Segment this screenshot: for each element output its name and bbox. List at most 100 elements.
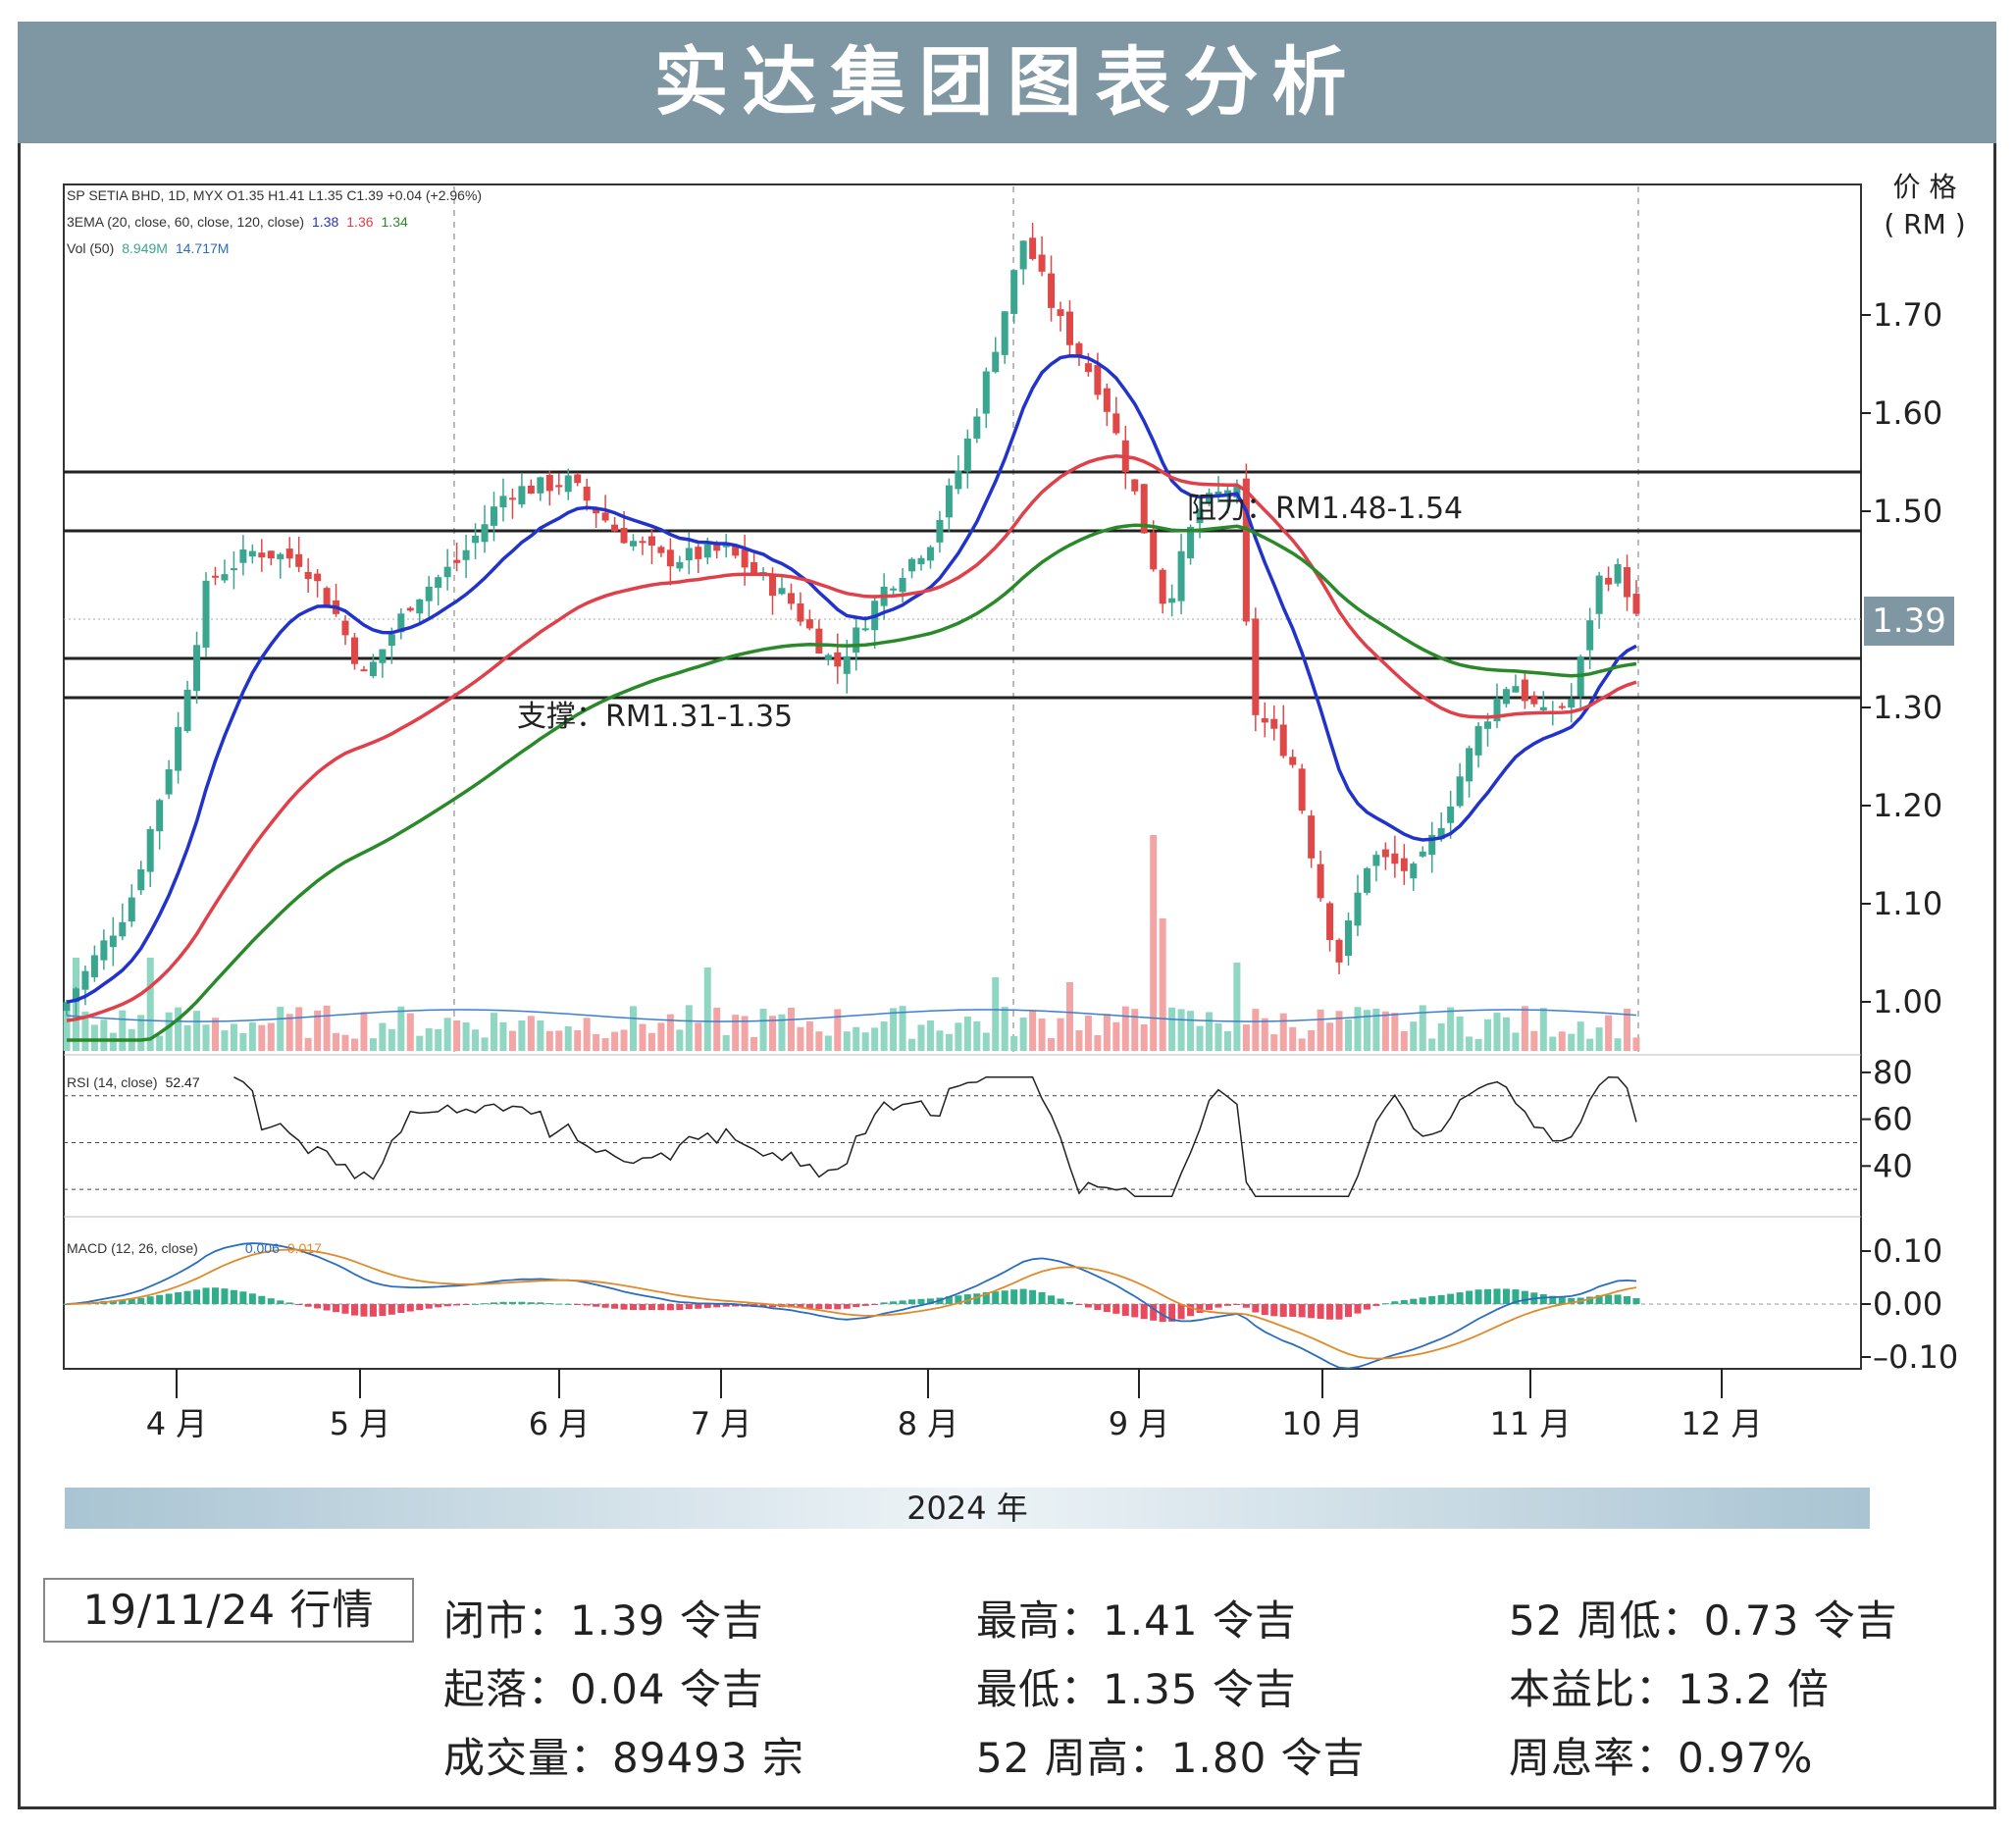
candle — [647, 536, 655, 547]
macd-histogram-bar — [341, 1304, 349, 1314]
candle — [472, 535, 480, 544]
volume-bar — [1038, 1018, 1046, 1051]
macd-histogram-bar — [285, 1302, 293, 1304]
volume-bar — [703, 967, 711, 1051]
candle — [81, 970, 89, 990]
volume-bar — [239, 1032, 247, 1051]
candle — [676, 561, 684, 569]
volume-bar — [1558, 1031, 1566, 1051]
macd-histogram-bar — [1419, 1297, 1426, 1304]
candle — [416, 599, 424, 614]
candle — [1252, 618, 1260, 715]
candle — [1094, 364, 1102, 395]
candle — [137, 869, 145, 891]
macd-histogram-bar — [899, 1300, 906, 1304]
candle — [1270, 718, 1278, 729]
rsi-legend: RSI (14, close) 52.47 — [67, 1074, 200, 1090]
candle — [1103, 388, 1111, 412]
volume-bar — [1326, 1022, 1334, 1051]
macd-histogram-bar — [1632, 1298, 1640, 1304]
macd-histogram-bar — [1624, 1295, 1631, 1304]
volume-bar — [713, 1007, 721, 1051]
volume-bar — [926, 1020, 934, 1051]
volume-bar — [518, 1020, 526, 1051]
candle — [1410, 863, 1418, 879]
candle — [258, 552, 266, 558]
candle — [350, 637, 358, 664]
macd-histogram-bar — [1614, 1294, 1622, 1304]
volume-bar — [955, 1022, 962, 1051]
volume-bar — [992, 977, 1000, 1051]
volume-bar — [1512, 1032, 1520, 1051]
volume-bar — [221, 1030, 229, 1051]
macd-histogram-bar — [462, 1304, 470, 1305]
volume-bar — [1075, 1029, 1083, 1051]
volume-bar — [805, 1020, 813, 1051]
macd-histogram-bar — [815, 1304, 823, 1310]
macd-tick-label: 0.10 — [1873, 1232, 1942, 1270]
volume-bar — [982, 1032, 990, 1051]
candle — [527, 485, 535, 495]
stat-low: 最低：1.35 令吉 — [976, 1665, 1297, 1713]
macd-histogram-bar — [1038, 1291, 1046, 1304]
candle — [1363, 867, 1370, 893]
volume-bar — [890, 1008, 898, 1051]
macd-histogram-bar — [1252, 1304, 1260, 1313]
candle — [406, 607, 414, 611]
macd-histogram-bar — [416, 1304, 424, 1311]
volume-bar — [676, 1029, 684, 1051]
candle — [175, 726, 182, 771]
volume-bar — [1029, 1010, 1037, 1051]
candle — [1381, 849, 1389, 858]
macd-histogram-bar — [481, 1303, 489, 1305]
year-label: 2024 年 — [906, 1490, 1028, 1527]
volume-bar — [722, 1034, 730, 1051]
candle — [1029, 237, 1037, 259]
candle — [620, 527, 628, 544]
macd-histogram-bar — [1223, 1304, 1231, 1306]
volume-bar — [406, 1013, 414, 1051]
macd-histogram-bar — [703, 1304, 711, 1308]
volume-bar — [1270, 1034, 1278, 1051]
macd-histogram-bar — [527, 1302, 535, 1304]
candle — [545, 475, 553, 492]
volume-bar — [1577, 1021, 1584, 1051]
stat-high: 最高：1.41 令吉 — [976, 1596, 1297, 1645]
candle — [815, 628, 823, 654]
macd-histogram-bar — [564, 1303, 572, 1305]
candle — [248, 550, 256, 557]
volume-bar — [1354, 1007, 1362, 1051]
volume-bar — [750, 1036, 758, 1051]
candle — [518, 486, 526, 505]
macd-histogram-bar — [1029, 1289, 1037, 1304]
candle — [574, 474, 582, 484]
macd-histogram-bar — [853, 1304, 860, 1308]
volume-bar — [323, 1005, 331, 1051]
stat-52w-high: 52 周高：1.80 令吉 — [976, 1734, 1366, 1782]
support-label: 支撑：RM1.31-1.35 — [517, 700, 793, 734]
macd-histogram-bar — [388, 1304, 395, 1315]
rsi-tick-label: 80 — [1873, 1054, 1913, 1091]
volume-bar — [759, 1009, 767, 1051]
candle — [508, 497, 516, 500]
candle — [1502, 689, 1510, 705]
y-tick-label: 1.30 — [1873, 689, 1942, 726]
macd-histogram-bar — [1131, 1304, 1139, 1318]
candle — [128, 897, 135, 922]
candle — [890, 588, 898, 591]
volume-bar — [1159, 918, 1166, 1051]
rsi-tick-label: 40 — [1873, 1147, 1913, 1184]
volume-bar — [277, 1006, 284, 1051]
macd-histogram-bar — [917, 1298, 925, 1304]
vol-value-2: 14.717M — [176, 240, 229, 256]
macd-histogram-bar — [1308, 1304, 1316, 1319]
candle — [1177, 550, 1185, 601]
candle — [936, 519, 944, 543]
macd-histogram-bar — [267, 1298, 275, 1304]
macd-histogram-bar — [639, 1304, 646, 1311]
candle — [926, 547, 934, 561]
stat-pe: 本益比：13.2 倍 — [1509, 1665, 1830, 1713]
candle — [787, 593, 795, 604]
ema-legend: 3EMA (20, close, 60, close, 120, close) — [67, 214, 304, 230]
candle — [945, 485, 953, 518]
